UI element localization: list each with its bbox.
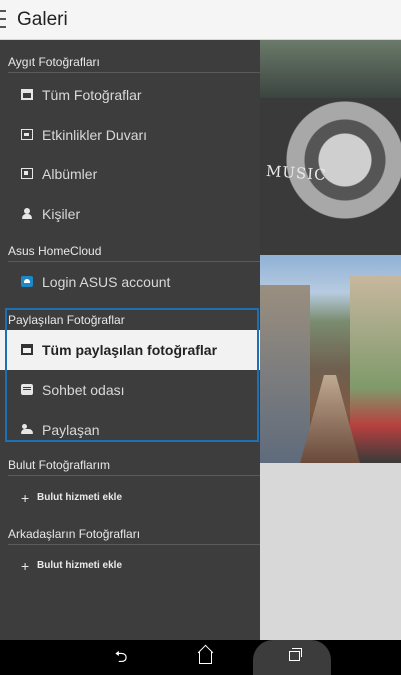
drawer-item-events-wall[interactable]: Etkinlikler Duvarı	[0, 115, 260, 155]
asus-cloud-icon	[21, 276, 33, 287]
drawer-item-label: Kişiler	[42, 206, 81, 222]
drawer-item-chat-room[interactable]: Sohbet odası	[0, 370, 260, 410]
back-icon[interactable]: ⮌	[108, 645, 134, 671]
chat-icon	[21, 384, 33, 395]
drawer-item-label: Paylaşan	[42, 422, 100, 438]
drawer-item-label: Albümler	[42, 166, 98, 182]
album-icon	[21, 168, 33, 179]
menu-icon[interactable]	[0, 10, 6, 30]
photos-icon	[21, 344, 33, 355]
drawer-item-sharer[interactable]: Paylaşan	[0, 410, 260, 450]
drawer-item-people[interactable]: Kişiler	[0, 194, 260, 234]
section-cloud-photos: Bulut Fotoğraflarım	[8, 454, 260, 476]
person-icon	[21, 208, 33, 219]
app-bar: Galeri	[0, 0, 401, 40]
photos-icon	[21, 89, 33, 100]
drawer-item-all-shared-photos[interactable]: Tüm paylaşılan fotoğraflar	[0, 330, 260, 370]
drawer-item-all-photos[interactable]: Tüm Fotoğraflar	[0, 75, 260, 115]
drawer-item-login-asus[interactable]: Login ASUS account	[0, 262, 260, 302]
drawer-item-label: Etkinlikler Duvarı	[42, 127, 148, 143]
recents-icon[interactable]	[282, 645, 308, 671]
add-cloud-service-label: Bulut hizmeti ekle	[37, 492, 123, 503]
sharer-icon	[21, 424, 33, 435]
section-homecloud: Asus HomeCloud	[8, 240, 260, 262]
section-friends-photos: Arkadaşların Fotoğrafları	[8, 523, 260, 545]
section-shared-photos: Paylaşılan Fotoğraflar	[8, 309, 260, 331]
drawer-item-label: Tüm Fotoğraflar	[42, 87, 142, 103]
plus-icon: +	[21, 490, 30, 506]
section-device-photos: Aygıt Fotoğrafları	[8, 51, 260, 73]
events-wall-icon	[21, 129, 33, 140]
photo-tile-caption: MUSIC	[265, 161, 328, 185]
add-cloud-service-label: Bulut hizmeti ekle	[37, 560, 123, 571]
plus-icon: +	[21, 558, 30, 574]
navigation-drawer: Aygıt Fotoğrafları Tüm Fotoğraflar Etkin…	[0, 40, 260, 640]
drawer-item-label: Tüm paylaşılan fotoğraflar	[42, 342, 218, 358]
photo-tile-street[interactable]	[260, 255, 401, 463]
home-icon[interactable]	[193, 645, 219, 671]
drawer-item-label: Login ASUS account	[42, 274, 171, 290]
drawer-item-label: Sohbet odası	[42, 382, 125, 398]
add-cloud-service-button[interactable]: + Bulut hizmeti ekle	[0, 486, 260, 510]
photo-grid-empty	[260, 463, 401, 640]
drawer-item-albums[interactable]: Albümler	[0, 154, 260, 194]
photo-tile-music[interactable]: MUSIC	[260, 40, 401, 255]
add-friends-cloud-service-button[interactable]: + Bulut hizmeti ekle	[0, 554, 260, 578]
system-nav-bar: ⮌	[0, 640, 401, 675]
app-title: Galeri	[17, 9, 68, 30]
